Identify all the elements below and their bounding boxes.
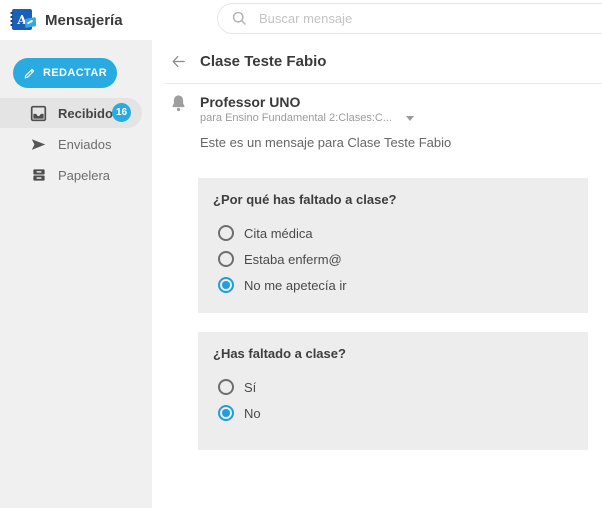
poll-option[interactable]: No	[218, 400, 573, 426]
recipients-text: para Ensino Fundamental 2:Clases:C...	[200, 112, 392, 124]
logo-accent	[25, 17, 36, 28]
app-logo-icon: A	[10, 8, 36, 32]
poll-option[interactable]: Cita médica	[218, 220, 573, 246]
message-body: Este es un mensaje para Clase Teste Fabi…	[200, 135, 451, 150]
radio-button[interactable]	[218, 225, 234, 241]
compose-label: REDACTAR	[43, 67, 107, 79]
sidebar: REDACTAR Recibidos 16 Enviados	[0, 40, 152, 508]
poll-question: ¿Has faltado a clase?	[213, 346, 573, 361]
sidebar-item-enviados[interactable]: Enviados	[0, 129, 142, 159]
bell-icon	[170, 93, 187, 114]
search-input[interactable]	[259, 11, 559, 26]
sidebar-item-label: Recibidos	[58, 106, 120, 121]
radio-button[interactable]	[218, 277, 234, 293]
divider	[165, 83, 602, 84]
sender-name: Professor UNO	[200, 94, 300, 110]
search-bar[interactable]	[217, 3, 602, 34]
search-icon	[231, 10, 248, 27]
send-icon	[30, 136, 47, 153]
app-title: Mensajería	[45, 0, 123, 40]
top-bar: A Mensajería	[0, 0, 602, 40]
poll-option[interactable]: No me apetecía ir	[218, 272, 573, 298]
sidebar-nav: Recibidos 16 Enviados P	[0, 98, 152, 191]
sidebar-item-papelera[interactable]: Papelera	[0, 160, 142, 190]
back-button[interactable]	[168, 51, 188, 71]
poll-option[interactable]: Sí	[218, 374, 573, 400]
recipients-dropdown[interactable]: para Ensino Fundamental 2:Clases:C...	[200, 112, 414, 124]
poll-card: ¿Has faltado a clase? Sí No	[198, 332, 588, 450]
poll-options: Cita médica Estaba enferm@ No me apetecí…	[218, 220, 573, 298]
message-view: Clase Teste Fabio Professor UNO para Ens…	[152, 40, 602, 508]
radio-button[interactable]	[218, 405, 234, 421]
sidebar-item-recibidos[interactable]: Recibidos 16	[0, 98, 142, 128]
thread-title: Clase Teste Fabio	[200, 53, 326, 70]
sidebar-item-label: Papelera	[58, 168, 110, 183]
poll-options: Sí No	[218, 374, 573, 426]
sidebar-item-label: Enviados	[58, 137, 111, 152]
poll-option[interactable]: Estaba enferm@	[218, 246, 573, 272]
radio-button[interactable]	[218, 379, 234, 395]
chevron-down-icon	[406, 116, 414, 121]
inbox-icon	[30, 105, 47, 122]
unread-badge: 16	[112, 103, 131, 122]
archive-icon	[30, 167, 47, 184]
pencil-icon	[23, 67, 36, 80]
radio-button[interactable]	[218, 251, 234, 267]
poll-card: ¿Por qué has faltado a clase? Cita médic…	[198, 178, 588, 313]
poll-question: ¿Por qué has faltado a clase?	[213, 192, 573, 207]
compose-button[interactable]: REDACTAR	[13, 58, 117, 88]
